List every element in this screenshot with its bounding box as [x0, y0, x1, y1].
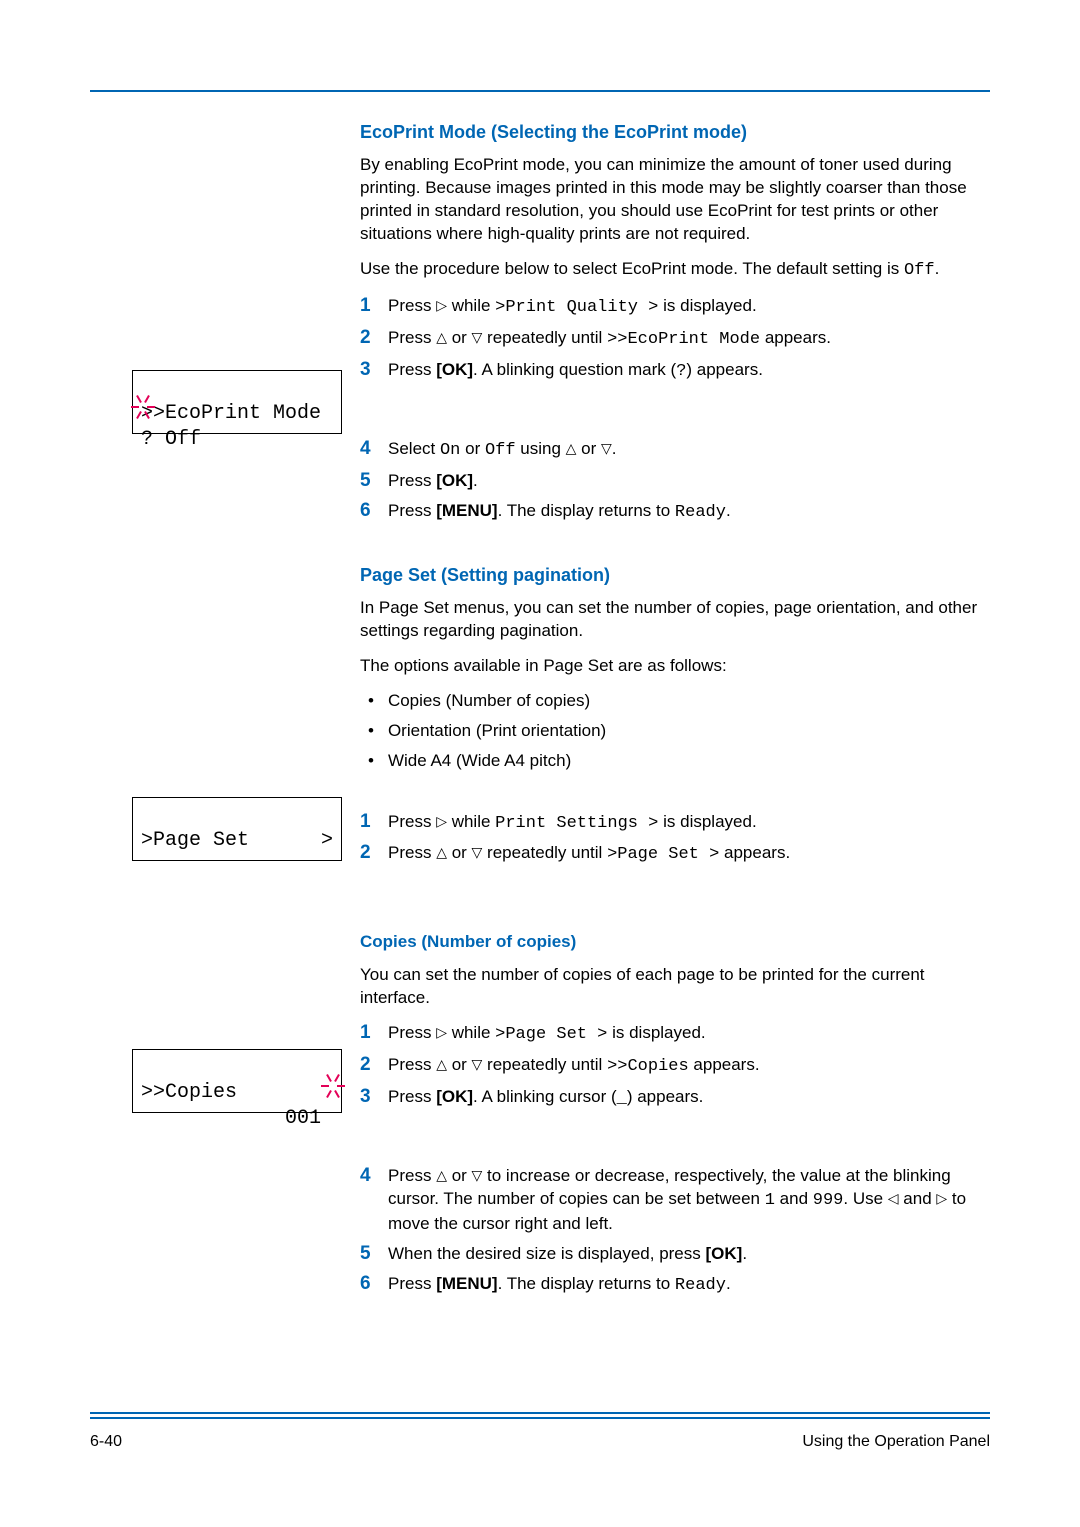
blink-indicator: [323, 1074, 347, 1098]
lcd-line1: >Page Set >: [141, 829, 333, 852]
lcd-line2: 001: [141, 1107, 321, 1130]
section-copies: >>Copies 001 Copies (Number of copies) Y…: [90, 921, 990, 1311]
heading-copies: Copies (Number of copies): [360, 931, 990, 954]
section-pageset: >Page Set > Page Set (Setting pagination…: [90, 561, 990, 882]
copies-steps-b: 4Press △ or ▽ to increase or decrease, r…: [360, 1165, 990, 1298]
heading-pageset: Page Set (Setting pagination): [360, 563, 990, 587]
ecoprint-default: Use the procedure below to select EcoPri…: [360, 258, 990, 283]
bullet-orientation: Orientation (Print orientation): [368, 720, 990, 743]
page-number: 6-40: [90, 1431, 122, 1453]
copies-intro: You can set the number of copies of each…: [360, 964, 990, 1010]
footer-title: Using the Operation Panel: [802, 1431, 990, 1453]
lcd-ecoprint: >>EcoPrint Mode ? Off: [132, 370, 342, 434]
pageset-bullets: Copies (Number of copies) Orientation (P…: [368, 690, 990, 773]
pageset-options-intro: The options available in Page Set are as…: [360, 655, 990, 678]
ecoprint-steps-a: 1Press ▷ while >Print Quality > is displ…: [360, 295, 990, 384]
tri-right-icon: ▷: [436, 297, 447, 313]
lcd-pageset: >Page Set >: [132, 797, 342, 861]
bullet-copies: Copies (Number of copies): [368, 690, 990, 713]
heading-ecoprint: EcoPrint Mode (Selecting the EcoPrint mo…: [360, 120, 990, 144]
tri-up-icon: △: [436, 329, 447, 345]
page-footer: 6-40 Using the Operation Panel: [90, 1431, 990, 1453]
pageset-intro: In Page Set menus, you can set the numbe…: [360, 597, 990, 643]
lcd-line2: ? Off: [141, 428, 201, 451]
ecoprint-intro: By enabling EcoPrint mode, you can minim…: [360, 154, 990, 246]
bullet-widea4: Wide A4 (Wide A4 pitch): [368, 750, 990, 773]
bottom-rule-1: [90, 1412, 990, 1414]
lcd-copies: >>Copies 001: [132, 1049, 342, 1113]
tri-down-icon: ▽: [472, 329, 483, 345]
copies-steps-a: 1Press ▷ while >Page Set > is displayed.…: [360, 1022, 990, 1111]
pageset-steps: 1Press ▷ while Print Settings > is displ…: [360, 811, 990, 868]
bottom-rule-2: [90, 1417, 990, 1419]
top-rule: [90, 90, 990, 92]
section-ecoprint: >>EcoPrint Mode ? Off EcoPrint Mode (Sel…: [90, 118, 990, 539]
ecoprint-steps-b: 4Select On or Off using △ or ▽. 5Press […: [360, 438, 990, 525]
lcd-line1: >>EcoPrint Mode: [141, 402, 321, 425]
lcd-line1: >>Copies: [141, 1081, 237, 1104]
